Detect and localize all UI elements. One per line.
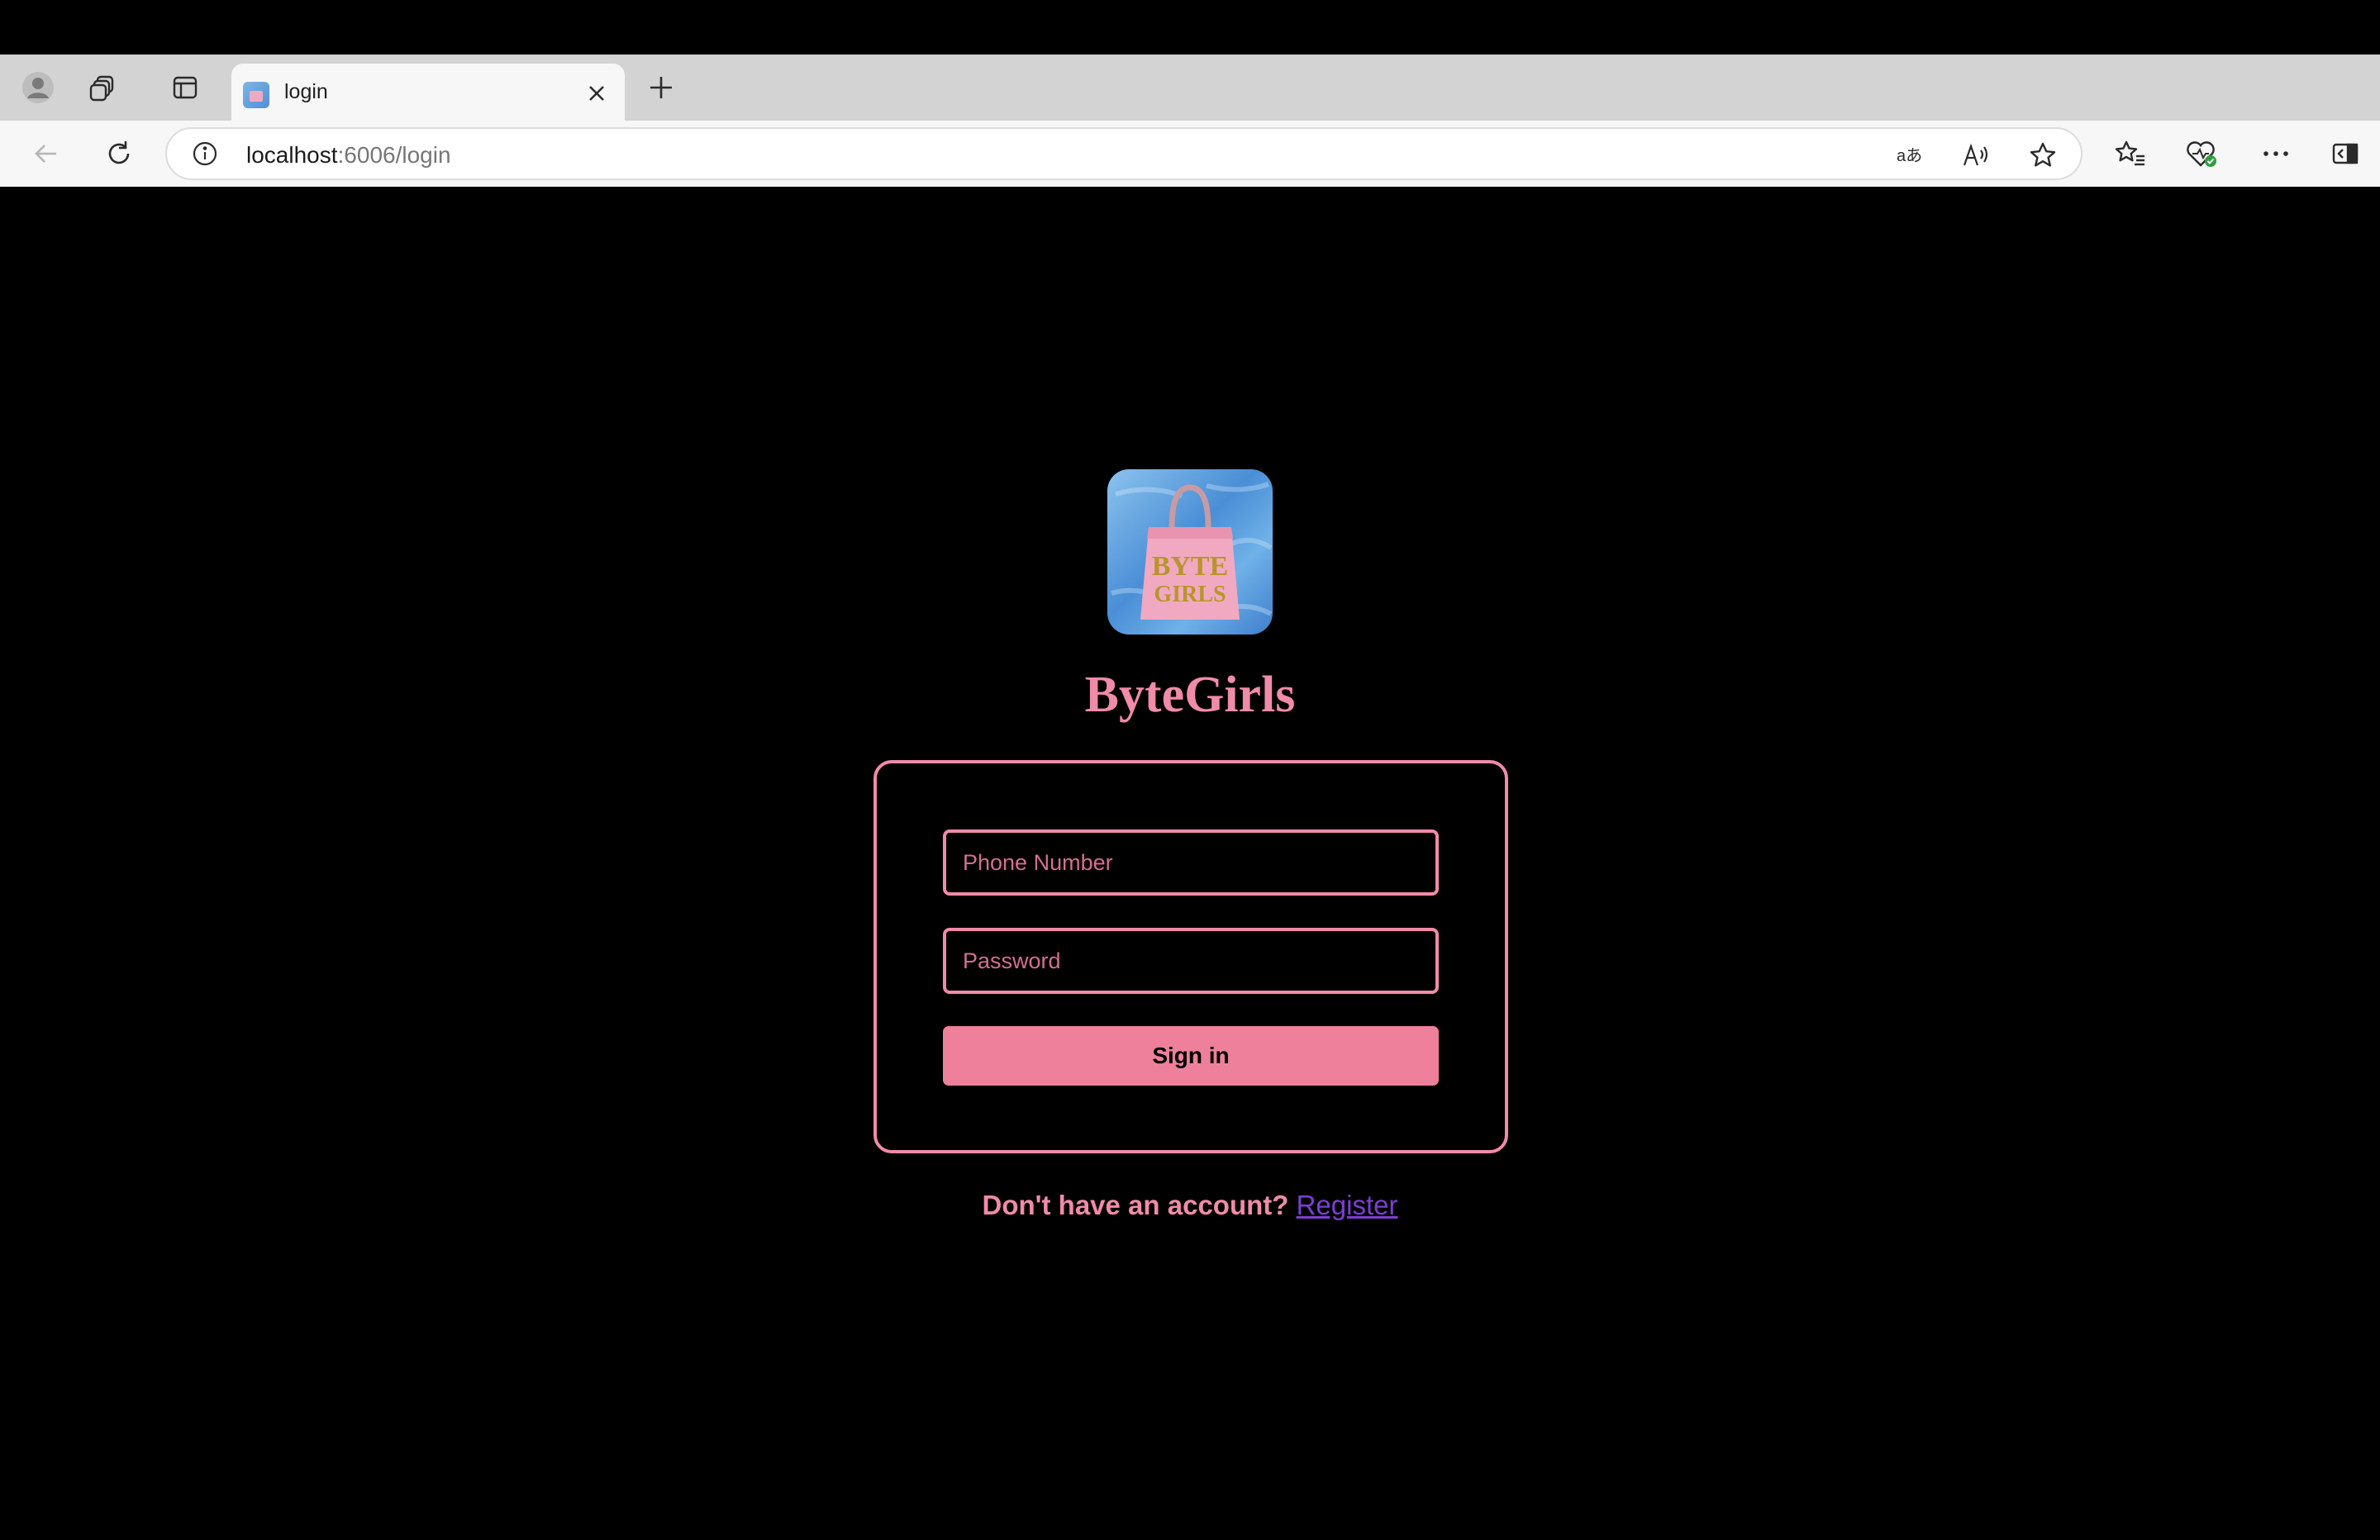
browser-tab-strip: login — [0, 55, 2380, 121]
screen: login localhost:6006/login aあ BYTE GIRLS… — [0, 0, 2380, 1540]
close-icon[interactable] — [582, 78, 612, 108]
browser-essentials-icon[interactable] — [2183, 137, 2220, 170]
profile-icon[interactable] — [20, 69, 56, 106]
sign-in-button[interactable]: Sign in — [943, 1026, 1439, 1086]
url-host: localhost — [246, 142, 338, 168]
page-viewport: BYTE GIRLS ByteGirls Sign in Don't have … — [7, 187, 2373, 1533]
register-link[interactable]: Register — [1297, 1190, 1398, 1220]
url-path: :6006/login — [337, 142, 451, 168]
page-title: ByteGirls — [1084, 667, 1296, 723]
tab-login[interactable]: login — [231, 64, 625, 121]
refresh-icon[interactable] — [102, 137, 136, 170]
vertical-tabs-icon[interactable] — [169, 71, 202, 104]
favorite-star-icon[interactable] — [2026, 139, 2059, 172]
address-bar[interactable]: localhost:6006/login aあ — [165, 127, 2082, 180]
back-icon[interactable] — [30, 137, 63, 170]
login-form: Sign in — [873, 760, 1508, 1153]
favorites-list-icon[interactable] — [2112, 137, 2149, 170]
bytegirls-logo: BYTE GIRLS — [1107, 469, 1273, 635]
read-aloud-icon[interactable] — [1960, 139, 1993, 172]
new-tab-icon[interactable] — [645, 71, 678, 104]
browser-toolbar: localhost:6006/login aあ — [0, 121, 2380, 187]
bytegirls-favicon-icon — [243, 82, 269, 108]
tab-title: login — [284, 80, 328, 103]
svg-text:aあ: aあ — [1897, 147, 1922, 165]
logo-line1: BYTE — [1152, 551, 1229, 582]
collections-icon[interactable] — [86, 71, 119, 104]
sidebar-icon[interactable] — [2329, 137, 2362, 170]
logo-line2: GIRLS — [1154, 582, 1226, 607]
register-prompt: Don't have an account? Register — [7, 1190, 2373, 1221]
phone-number-input[interactable] — [943, 829, 1439, 896]
more-icon[interactable] — [2258, 137, 2294, 170]
password-input[interactable] — [943, 928, 1439, 994]
register-prompt-text: Don't have an account? — [982, 1190, 1289, 1220]
url-text: localhost:6006/login — [246, 142, 451, 169]
translate-icon[interactable]: aあ — [1894, 139, 1927, 172]
site-info-icon[interactable] — [192, 140, 218, 167]
